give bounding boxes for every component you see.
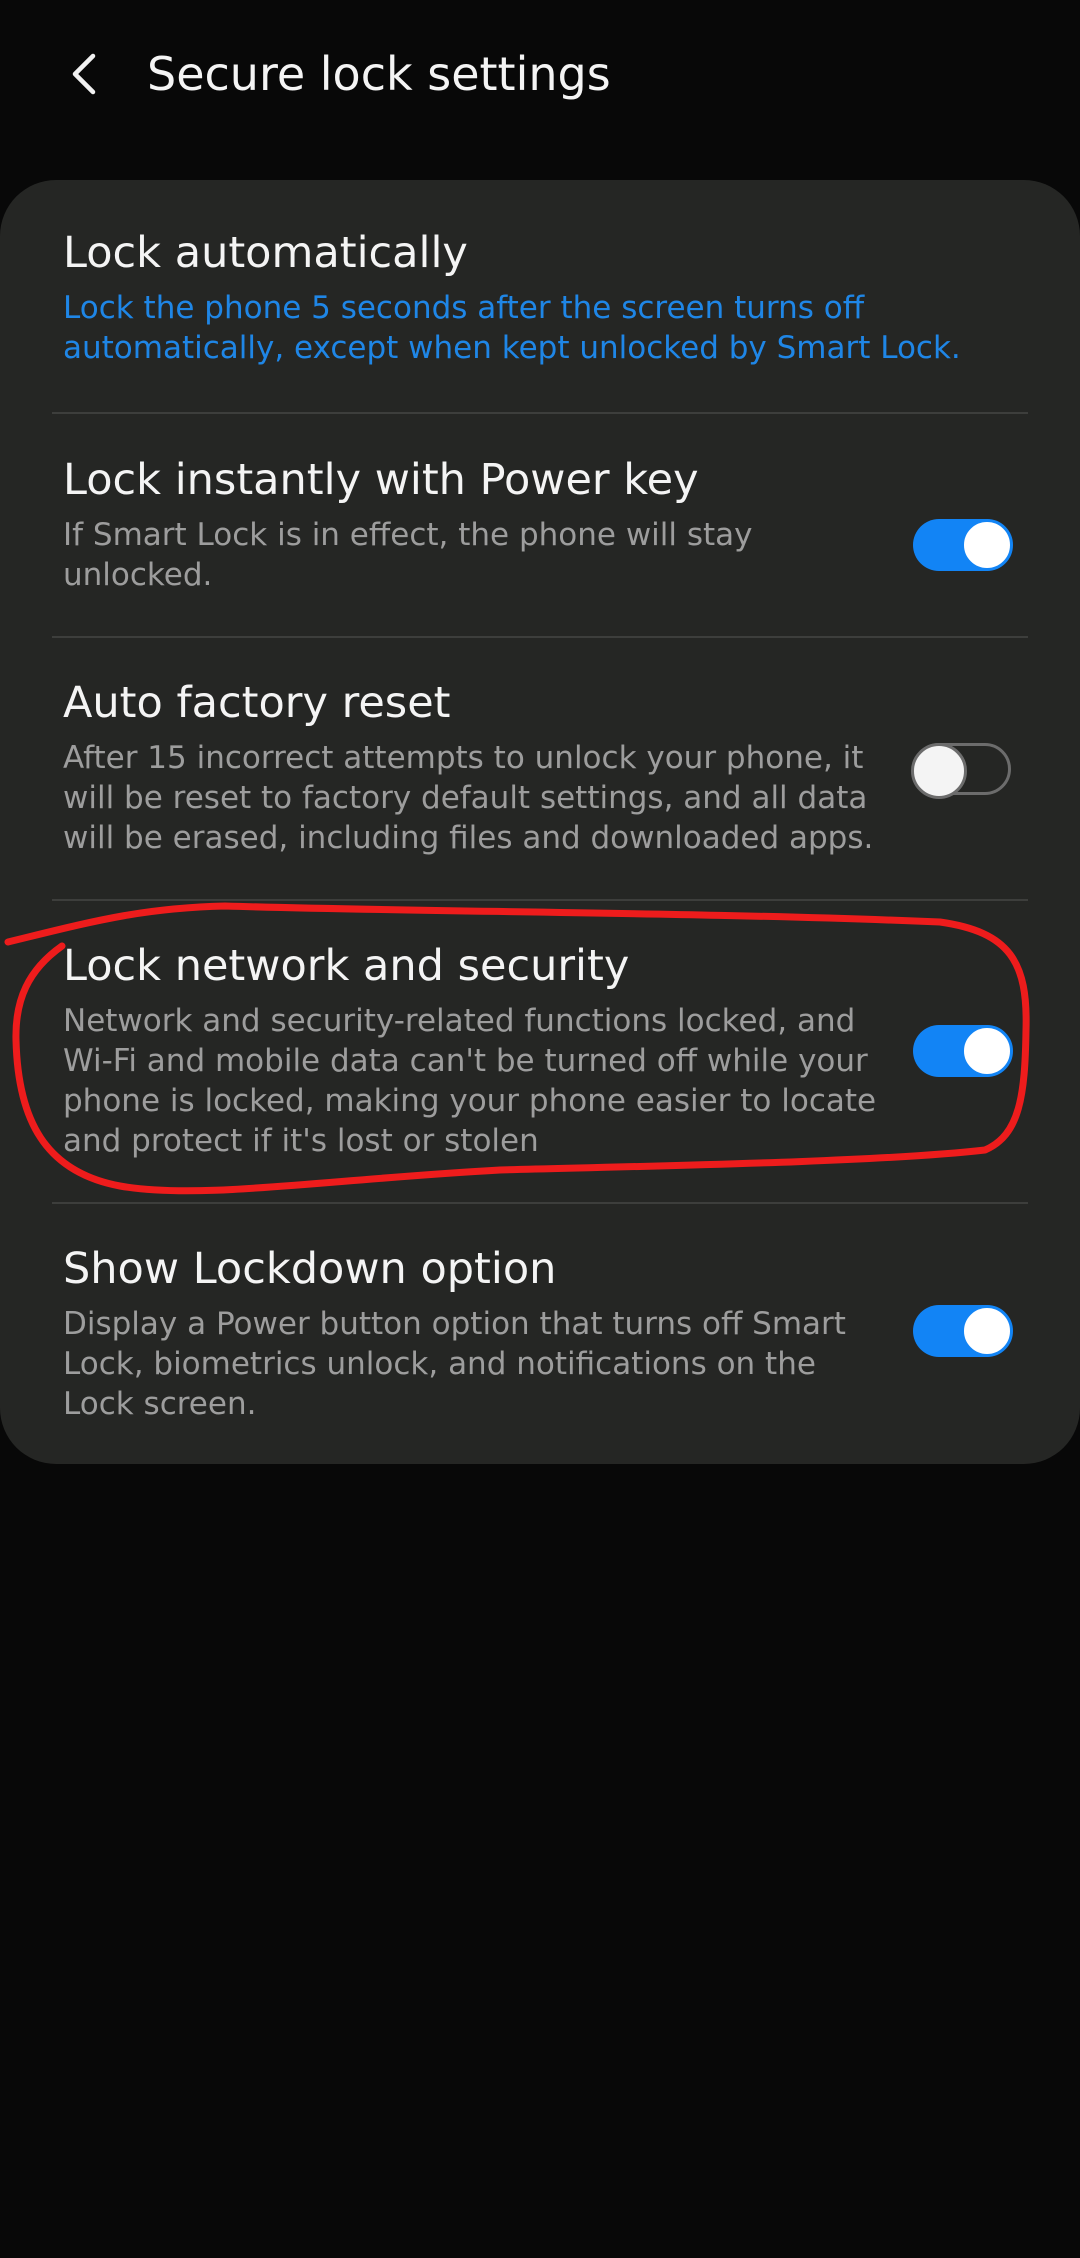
toggle-knob	[961, 1025, 1013, 1077]
settings-card: Lock automatically Lock the phone 5 seco…	[0, 180, 1080, 1464]
setting-auto-factory-reset[interactable]: Auto factory reset After 15 incorrect at…	[0, 674, 1080, 874]
toggle-knob	[961, 519, 1013, 571]
divider	[52, 899, 1028, 901]
toggle-knob	[911, 743, 967, 799]
divider	[52, 1202, 1028, 1204]
setting-description: Display a Power button option that turns…	[63, 1306, 846, 1422]
setting-title: Show Lockdown option	[63, 1244, 557, 1294]
page-title: Secure lock settings	[147, 47, 611, 101]
setting-description: Network and security-related functions l…	[63, 1003, 877, 1159]
setting-text: Show Lockdown option Display a Power but…	[63, 1240, 883, 1424]
auto-factory-reset-toggle[interactable]	[911, 743, 1011, 799]
setting-description: After 15 incorrect attempts to unlock yo…	[63, 740, 874, 856]
lock-network-security-toggle[interactable]	[913, 1025, 1013, 1077]
setting-lock-network-security[interactable]: Lock network and security Network and se…	[0, 937, 1080, 1177]
setting-description: If Smart Lock is in effect, the phone wi…	[63, 517, 753, 593]
setting-text: Lock automatically Lock the phone 5 seco…	[63, 224, 963, 368]
divider	[52, 636, 1028, 638]
app-bar: Secure lock settings	[0, 0, 1080, 150]
setting-text: Lock network and security Network and se…	[63, 937, 883, 1161]
chevron-left-icon	[72, 53, 96, 95]
setting-description: Lock the phone 5 seconds after the scree…	[63, 290, 961, 366]
setting-lock-automatically[interactable]: Lock automatically Lock the phone 5 seco…	[0, 224, 1080, 404]
setting-text: Auto factory reset After 15 incorrect at…	[63, 674, 883, 858]
show-lockdown-toggle[interactable]	[913, 1305, 1013, 1357]
lock-instantly-toggle[interactable]	[913, 519, 1013, 571]
setting-text: Lock instantly with Power key If Smart L…	[63, 451, 883, 595]
divider	[52, 412, 1028, 414]
setting-title: Auto factory reset	[63, 678, 451, 728]
setting-title: Lock instantly with Power key	[63, 455, 699, 505]
setting-title: Lock automatically	[63, 228, 468, 278]
setting-show-lockdown-option[interactable]: Show Lockdown option Display a Power but…	[0, 1240, 1080, 1440]
setting-title: Lock network and security	[63, 941, 630, 991]
back-button[interactable]	[52, 38, 114, 110]
toggle-knob	[961, 1305, 1013, 1357]
setting-lock-instantly-power-key[interactable]: Lock instantly with Power key If Smart L…	[0, 451, 1080, 631]
